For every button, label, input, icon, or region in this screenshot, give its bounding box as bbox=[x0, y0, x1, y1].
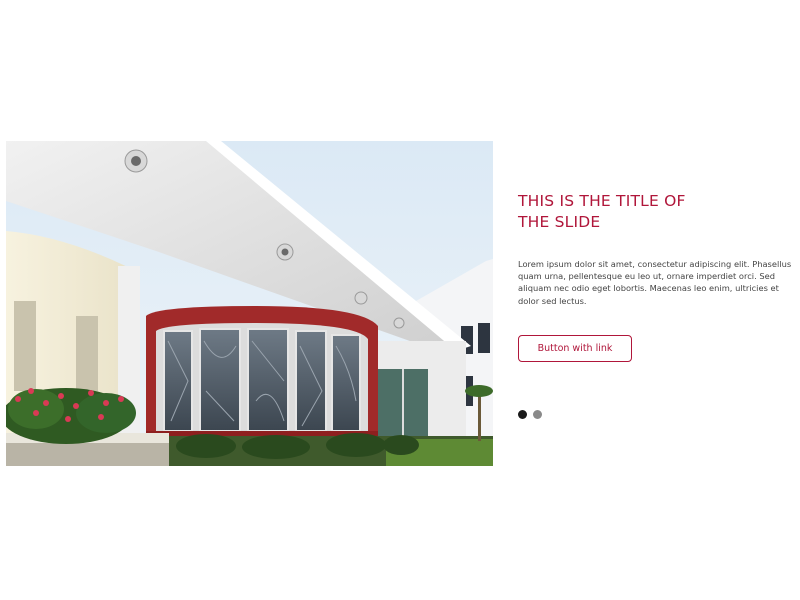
slide-content: THIS IS THE TITLE OF THE SLIDE Lorem ips… bbox=[518, 191, 794, 362]
slide-title: THIS IS THE TITLE OF THE SLIDE bbox=[518, 192, 686, 231]
slide-dot-2[interactable] bbox=[533, 410, 542, 419]
slider-pagination bbox=[518, 410, 542, 419]
building-photo bbox=[6, 141, 493, 466]
slide-description: Lorem ipsum dolor sit amet, consectetur … bbox=[518, 259, 792, 306]
slide-dot-1[interactable] bbox=[518, 410, 527, 419]
page: THIS IS THE TITLE OF THE SLIDE Lorem ips… bbox=[0, 0, 800, 600]
slider: THIS IS THE TITLE OF THE SLIDE Lorem ips… bbox=[6, 141, 794, 466]
slide-link-button[interactable]: Button with link bbox=[518, 334, 632, 362]
slide-image bbox=[6, 141, 493, 466]
